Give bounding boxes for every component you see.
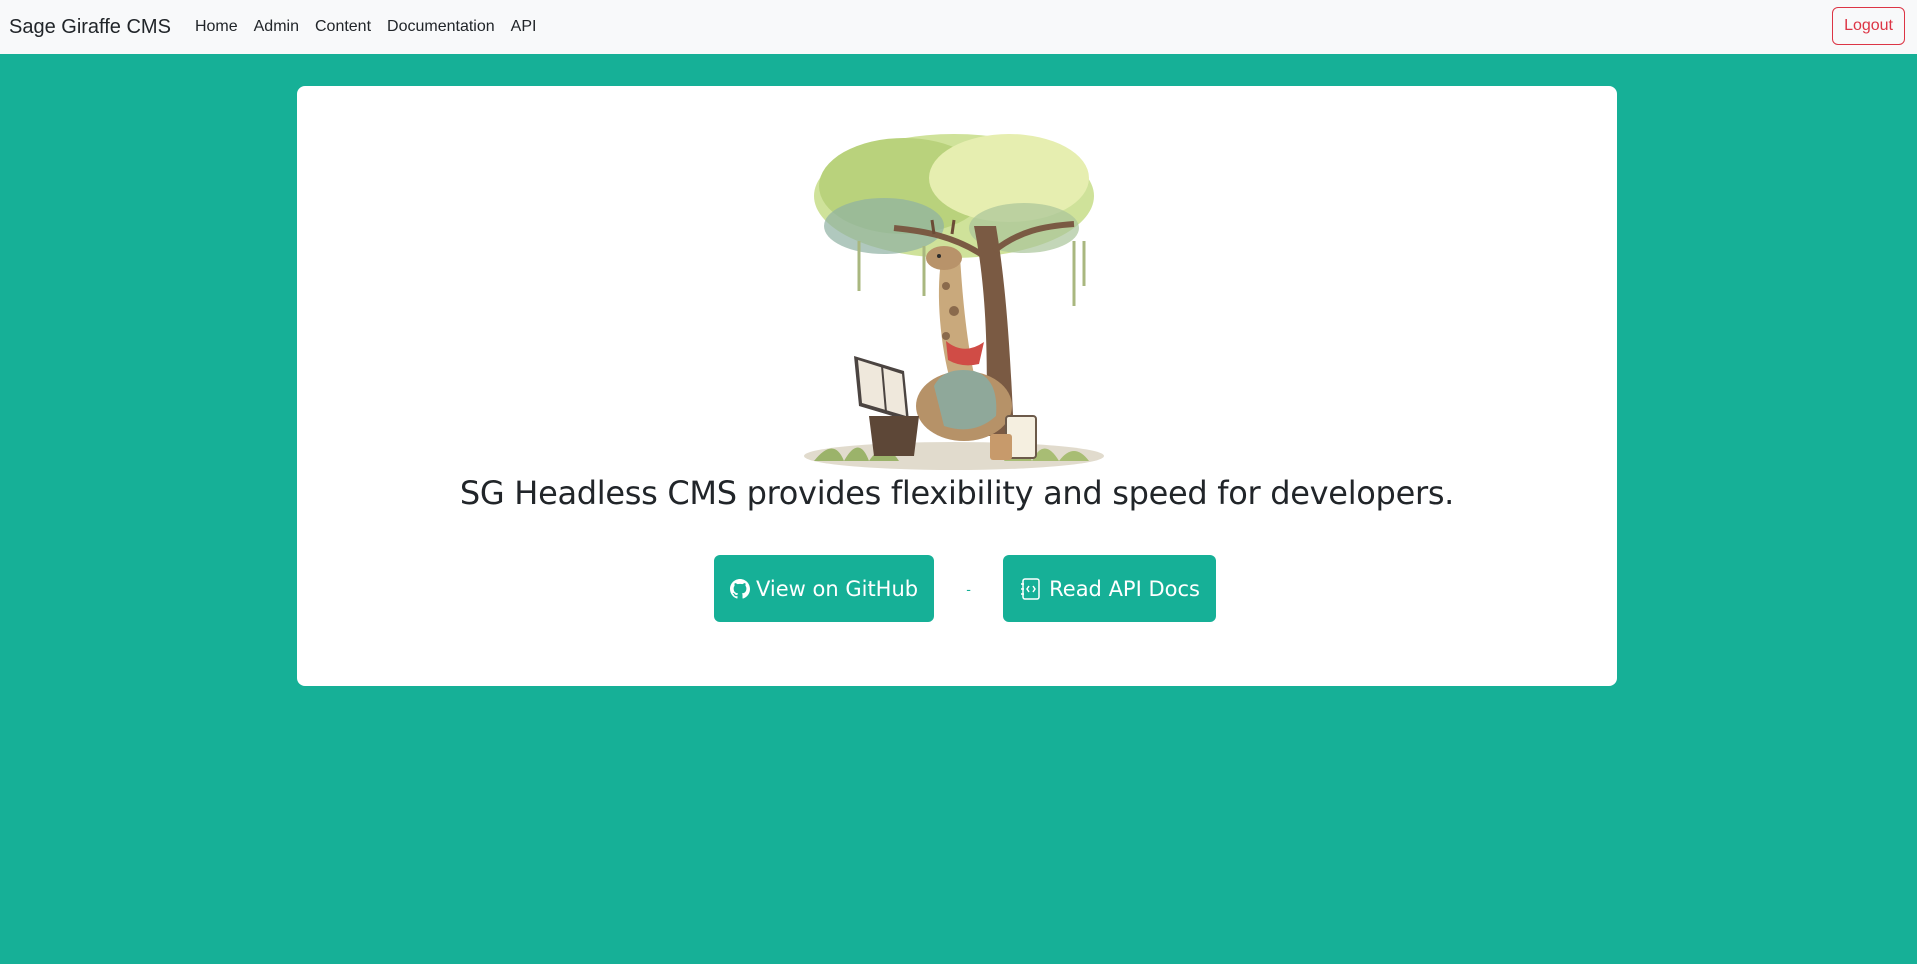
brand-link[interactable]: Sage Giraffe CMS (9, 16, 171, 39)
nav-link-content[interactable]: Content (315, 18, 371, 36)
code-notebook-icon (1021, 577, 1040, 600)
nav-link-home[interactable]: Home (195, 18, 238, 36)
logout-button[interactable]: Logout (1832, 7, 1905, 45)
github-icon (730, 578, 750, 599)
read-api-docs-button[interactable]: Read API Docs (1003, 555, 1216, 622)
nav-link-admin[interactable]: Admin (254, 18, 299, 36)
giraffe-reading-illustration (804, 134, 1104, 470)
navbar: Sage Giraffe CMS Home Admin Content Docu… (0, 0, 1917, 54)
nav-links: Home Admin Content Documentation API (195, 18, 553, 36)
hero-tagline: SG Headless CMS provides flexibility and… (459, 474, 1455, 512)
button-separator: - (966, 580, 971, 597)
nav-link-documentation[interactable]: Documentation (387, 18, 495, 36)
read-api-docs-label: Read API Docs (1049, 576, 1200, 601)
hero-actions: View on GitHub - Read API Docs (714, 555, 1216, 622)
view-on-github-button[interactable]: View on GitHub (714, 555, 935, 622)
nav-link-api[interactable]: API (511, 18, 537, 36)
view-on-github-label: View on GitHub (756, 576, 919, 601)
hero-card: SG Headless CMS provides flexibility and… (297, 86, 1617, 686)
